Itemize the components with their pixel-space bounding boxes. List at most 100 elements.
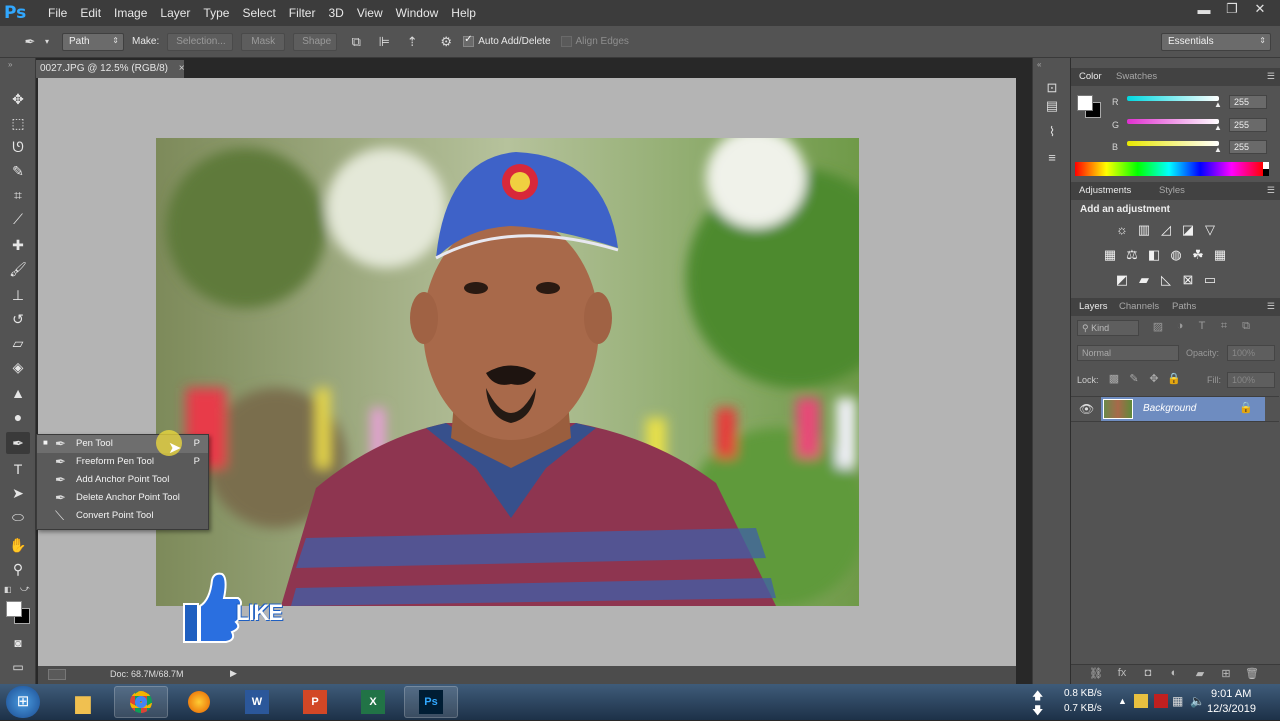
color-balance-icon[interactable]: ⚖: [1123, 247, 1141, 263]
swap-colors-icon[interactable]: ⤻: [20, 583, 30, 594]
clock-date[interactable]: 12/3/2019: [1207, 703, 1256, 715]
selective-color-icon[interactable]: ⊠: [1179, 272, 1197, 288]
type-filter-icon[interactable]: T: [1193, 320, 1211, 332]
menu-view[interactable]: View: [357, 6, 383, 20]
clone-stamp-tool-icon[interactable]: ⊥: [6, 284, 30, 306]
make-shape-button[interactable]: Shape: [293, 32, 338, 51]
r-value-input[interactable]: 255: [1229, 95, 1267, 109]
vibrance-icon[interactable]: ▽: [1201, 222, 1219, 238]
tray-expand-icon[interactable]: ▲: [1118, 696, 1127, 706]
fill-input[interactable]: 100%: [1227, 372, 1275, 388]
pen-tool-icon[interactable]: ✒: [6, 432, 30, 454]
channel-mixer-icon[interactable]: ☘: [1189, 247, 1207, 263]
collapse-icon[interactable]: »: [8, 60, 12, 69]
new-adjustment-icon[interactable]: ◐: [1165, 667, 1183, 679]
gradient-map-icon[interactable]: ▭: [1201, 272, 1219, 288]
document-photo[interactable]: [156, 138, 859, 606]
default-colors-icon[interactable]: ◧: [4, 585, 12, 594]
menu-edit[interactable]: Edit: [80, 6, 101, 20]
document-tab[interactable]: 0027.JPG @ 12.5% (RGB/8) ×: [36, 60, 185, 78]
layer-filter-select[interactable]: ⚲ Kind: [1077, 320, 1139, 336]
curves-icon[interactable]: ◿: [1157, 222, 1175, 238]
tool-mode-select[interactable]: Path ⇕: [62, 32, 124, 51]
align-edges-checkbox[interactable]: [560, 36, 572, 47]
menu-filter[interactable]: Filter: [289, 6, 316, 20]
slider-thumb-icon[interactable]: ▲: [1214, 145, 1222, 154]
powerpoint-taskbar-icon[interactable]: P: [288, 686, 342, 718]
close-button[interactable]: ✕: [1246, 0, 1274, 18]
volume-icon[interactable]: 🔈: [1190, 694, 1205, 708]
add-mask-icon[interactable]: ◘: [1139, 667, 1157, 679]
explorer-taskbar-icon[interactable]: ▆: [56, 686, 110, 718]
b-value-input[interactable]: 255: [1229, 140, 1267, 154]
tab-layers[interactable]: Layers: [1079, 301, 1108, 312]
flyout-item-add-anchor-point-tool[interactable]: ✒ Add Anchor Point Tool: [37, 471, 208, 489]
smart-object-filter-icon[interactable]: ⧉: [1237, 320, 1255, 333]
type-tool-icon[interactable]: T: [6, 458, 30, 480]
panel-menu-icon[interactable]: ☰: [1267, 71, 1275, 82]
menu-layer[interactable]: Layer: [160, 6, 190, 20]
flyout-item-freeform-pen-tool[interactable]: ✒ Freeform Pen Tool P: [37, 453, 208, 471]
workspace-select[interactable]: Essentials ⇕: [1161, 33, 1271, 51]
invert-icon[interactable]: ◩: [1113, 272, 1131, 288]
flyout-item-delete-anchor-point-tool[interactable]: ✒ Delete Anchor Point Tool: [37, 489, 208, 507]
properties-panel-icon[interactable]: ▤: [1041, 98, 1063, 114]
layer-row[interactable]: 👁 Background 🔒: [1071, 396, 1279, 422]
chevron-down-icon[interactable]: ▾: [42, 37, 52, 46]
crop-tool-icon[interactable]: ⌗: [6, 184, 30, 206]
new-layer-icon[interactable]: ⊞: [1217, 667, 1235, 680]
tab-swatches[interactable]: Swatches: [1116, 71, 1157, 82]
flyout-item-convert-point-tool[interactable]: ⟍ Convert Point Tool: [37, 507, 208, 525]
network-icon[interactable]: ▦: [1172, 694, 1183, 708]
path-alignment-icon[interactable]: ⊫: [373, 34, 395, 50]
adjustment-filter-icon[interactable]: ◑: [1171, 320, 1189, 332]
lock-pixels-icon[interactable]: ✎: [1125, 372, 1143, 385]
collapse-icon[interactable]: «: [1037, 60, 1041, 69]
ellipse-tool-icon[interactable]: ⬭: [6, 506, 30, 528]
tool-presets-icon[interactable]: ≡: [1041, 150, 1063, 165]
posterize-icon[interactable]: ▰: [1135, 272, 1153, 288]
lock-position-icon[interactable]: ✥: [1145, 372, 1163, 385]
lasso-tool-icon[interactable]: ᘎ: [6, 136, 30, 158]
panel-menu-icon[interactable]: ☰: [1267, 185, 1275, 196]
tab-color[interactable]: Color: [1079, 71, 1102, 82]
g-value-input[interactable]: 255: [1229, 118, 1267, 132]
eye-visibility-icon[interactable]: 👁: [1079, 402, 1094, 416]
lock-all-icon[interactable]: 🔒: [1165, 372, 1183, 385]
path-selection-tool-icon[interactable]: ➤: [6, 482, 30, 504]
pen-tool-preset-icon[interactable]: ✒: [18, 34, 42, 50]
healing-brush-tool-icon[interactable]: ✚: [6, 234, 30, 256]
tab-styles[interactable]: Styles: [1159, 185, 1185, 196]
exposure-icon[interactable]: ◪: [1179, 222, 1197, 238]
restore-button[interactable]: ❐: [1218, 0, 1246, 18]
firefox-taskbar-icon[interactable]: [172, 686, 226, 718]
opacity-input[interactable]: 100%: [1227, 345, 1275, 361]
spectrum-white[interactable]: [1263, 162, 1269, 169]
threshold-icon[interactable]: ◺: [1157, 272, 1175, 288]
excel-taskbar-icon[interactable]: X: [346, 686, 400, 718]
eraser-tool-icon[interactable]: ▱: [6, 332, 30, 354]
color-lookup-icon[interactable]: ▦: [1211, 247, 1229, 263]
lock-transparent-icon[interactable]: ▩: [1105, 372, 1123, 385]
menu-type[interactable]: Type: [203, 6, 229, 20]
brightness-contrast-icon[interactable]: ☼: [1113, 222, 1131, 237]
path-operations-icon[interactable]: ⧉: [345, 34, 367, 50]
dodge-tool-icon[interactable]: ●: [6, 406, 30, 428]
menu-window[interactable]: Window: [396, 6, 439, 20]
tab-paths[interactable]: Paths: [1172, 301, 1196, 312]
tab-adjustments[interactable]: Adjustments: [1079, 185, 1131, 196]
tray-app-icon[interactable]: [1134, 694, 1148, 708]
slider-thumb-icon[interactable]: ▲: [1214, 123, 1222, 132]
gear-icon[interactable]: ⚙: [435, 34, 457, 50]
pixel-filter-icon[interactable]: ▨: [1149, 320, 1167, 333]
word-taskbar-icon[interactable]: W: [230, 686, 284, 718]
slider-thumb-icon[interactable]: ▲: [1214, 100, 1222, 109]
spectrum-black[interactable]: [1263, 169, 1269, 176]
eyedropper-tool-icon[interactable]: ⟋: [6, 208, 30, 230]
paint-bucket-tool-icon[interactable]: ◈: [6, 356, 30, 378]
photoshop-taskbar-icon[interactable]: Ps: [404, 686, 458, 718]
clock-time[interactable]: 9:01 AM: [1211, 688, 1251, 700]
menu-3d[interactable]: 3D: [328, 6, 343, 20]
quick-mask-icon[interactable]: ◙: [6, 632, 30, 654]
menu-help[interactable]: Help: [451, 6, 476, 20]
